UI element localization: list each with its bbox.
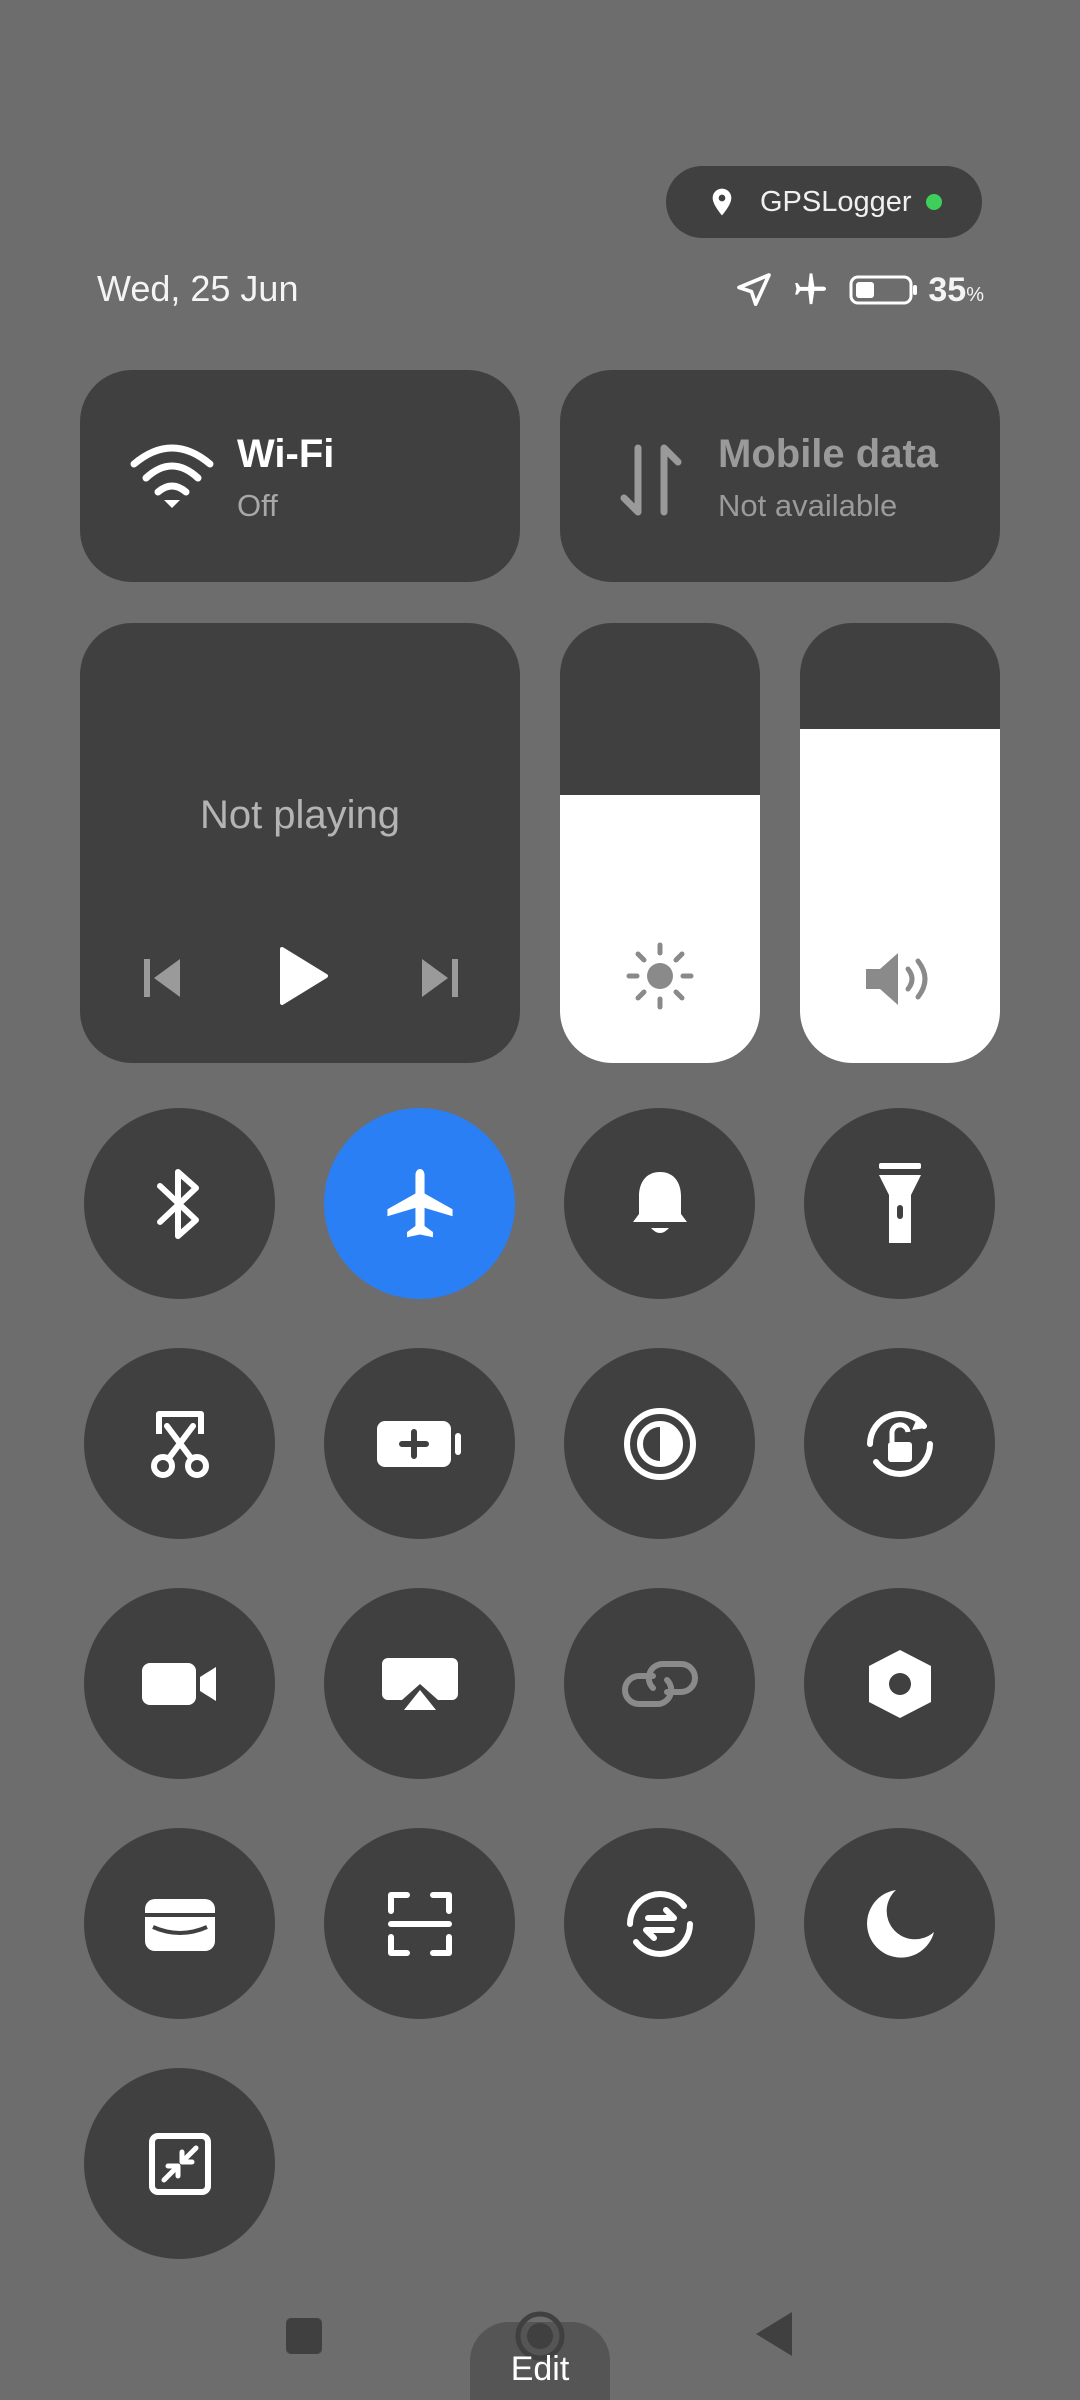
bell-icon [632,1171,687,1233]
volume-icon [866,953,928,1005]
battery-saver-toggle[interactable] [324,1348,515,1539]
airplane-status-icon [795,273,827,305]
link-toggle[interactable] [564,1588,755,1779]
back-nav-icon[interactable] [754,2310,794,2358]
wifi-title: Wi-Fi [237,432,335,476]
screencast-icon [381,1657,458,1710]
media-player-card[interactable]: Not playing [80,623,520,1063]
mobile-data-title: Mobile data [718,432,939,476]
wallet-toggle[interactable] [84,1828,275,2019]
location-indicator-pill[interactable]: GPSLogger [666,166,982,238]
wifi-toggle-card[interactable]: Wi-Fi Off [80,370,520,582]
edit-button[interactable]: Edit [470,2350,610,2389]
brightness-fill [560,794,760,1063]
location-pin-icon [712,188,732,216]
flashlight-icon [878,1162,921,1243]
screen-record-icon [141,1662,216,1705]
sync-icon [626,1890,693,1957]
bluetooth-toggle[interactable] [84,1108,275,1299]
auto-rotate-icon [866,1410,933,1477]
brightness-icon [626,942,694,1010]
media-status: Not playing [199,793,401,837]
screenshot-toggle[interactable] [84,1348,275,1539]
settings-icon [868,1649,931,1718]
brightness-slider[interactable] [560,623,760,1063]
scanner-icon [387,1891,452,1956]
active-indicator-dot [925,194,942,210]
wifi-state: Off [237,488,278,523]
screen-record-toggle[interactable] [84,1588,275,1779]
bluetooth-icon [156,1168,199,1239]
recents-nav-icon[interactable] [284,2316,324,2356]
sound-toggle[interactable] [564,1108,755,1299]
screencast-toggle[interactable] [324,1588,515,1779]
mobile-data-arrows-icon [620,444,682,516]
flashlight-toggle[interactable] [804,1108,995,1299]
dark-mode-toggle[interactable] [564,1348,755,1539]
resize-toggle[interactable] [84,2068,275,2259]
screenshot-icon [150,1410,209,1478]
next-track-icon[interactable] [416,953,462,1003]
wallet-icon [144,1898,215,1951]
wifi-icon [130,444,214,508]
airplane-mode-toggle[interactable] [324,1108,515,1299]
scanner-toggle[interactable] [324,1828,515,2019]
dark-mode-icon [623,1407,696,1480]
date-text: Wed, 25 Jun [97,268,299,309]
previous-track-icon[interactable] [140,953,186,1003]
volume-slider[interactable] [800,623,1000,1063]
battery-icon [849,275,918,305]
resize-icon [148,2132,211,2195]
battery-saver-icon [376,1420,461,1467]
status-icons: 35% [734,266,984,314]
mobile-data-state: Not available [718,488,898,523]
battery-percent: 35% [928,270,984,309]
airplane-icon [386,1168,453,1237]
volume-fill [800,728,1000,1063]
do-not-disturb-toggle[interactable] [804,1828,995,2019]
auto-rotate-toggle[interactable] [804,1348,995,1539]
mobile-data-card[interactable]: Mobile data Not available [560,370,1000,582]
location-app-name: GPSLogger [760,185,912,218]
location-arrow-icon [737,273,772,306]
moon-icon [866,1889,934,1958]
link-icon [621,1660,698,1707]
settings-toggle[interactable] [804,1588,995,1779]
sync-toggle[interactable] [564,1828,755,2019]
play-icon[interactable] [276,945,330,1007]
